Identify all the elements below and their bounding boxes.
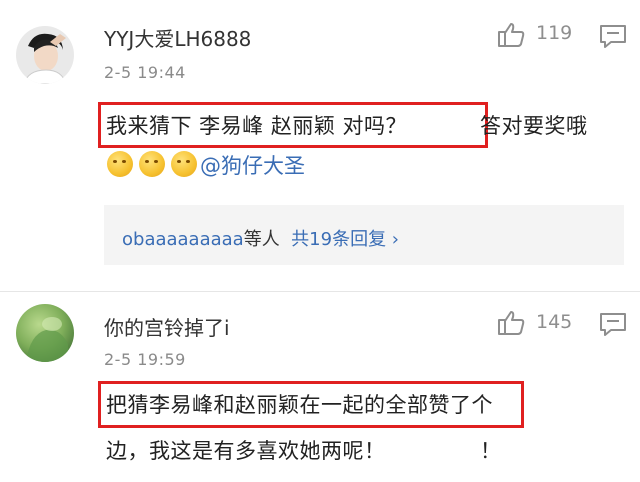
avatar[interactable]: [16, 26, 74, 84]
avatar[interactable]: [16, 304, 74, 362]
thinking-emoji-icon: [139, 151, 165, 177]
like-count: 119: [536, 22, 573, 44]
thumbs-up-icon[interactable]: [496, 20, 526, 50]
reply-comment-icon[interactable]: [598, 23, 628, 49]
thinking-emoji-icon: [171, 151, 197, 177]
comment-text-line1: 把猜李易峰和赵丽颖在一起的全部赞了个: [106, 393, 493, 417]
comment-text-line2-tail: ！: [480, 439, 502, 463]
comment-text-highlighted: 我来猜下 李易峰 赵丽颖 对吗？: [106, 114, 408, 138]
thinking-emoji-icon: [107, 151, 133, 177]
timestamp: 2-5 19:59: [104, 350, 186, 369]
username[interactable]: YYJ大爱LH6888: [104, 23, 251, 52]
comment-1: YYJ大爱LH6888 2-5 19:44 119 我来猜下 李易峰 赵丽颖 对…: [0, 0, 640, 291]
comment-text-line2: 边，我这是有多喜欢她两呢！: [106, 439, 386, 463]
like-count: 145: [536, 311, 573, 333]
comment-text-tail: 答对要奖哦: [480, 114, 588, 138]
reply-comment-icon[interactable]: [598, 311, 628, 337]
reply-username[interactable]: obaaaaaaaaa: [122, 229, 244, 250]
comment-2: 你的宫铃掉了i 2-5 19:59 145 把猜李易峰和赵丽颖在一起的全部赞了个…: [0, 292, 640, 482]
mention-link[interactable]: @狗仔大圣: [200, 150, 305, 180]
replies-preview[interactable]: obaaaaaaaaa等人 共19条回复 ›: [104, 205, 624, 265]
view-replies-link[interactable]: 共19条回复 ›: [291, 229, 399, 250]
thumbs-up-icon[interactable]: [496, 308, 526, 338]
reply-others-label: 等人: [243, 229, 280, 250]
timestamp: 2-5 19:44: [104, 63, 186, 82]
username[interactable]: 你的宫铃掉了i: [104, 312, 230, 341]
